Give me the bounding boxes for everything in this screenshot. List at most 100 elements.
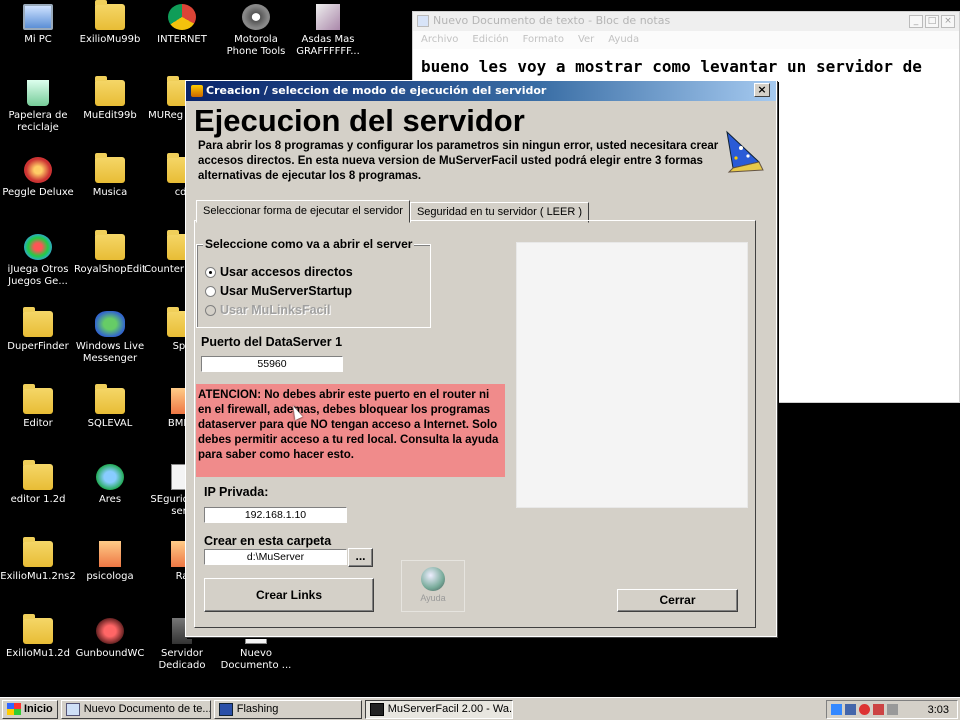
close-button[interactable]: × [941,15,955,28]
menu-archivo[interactable]: Archivo [421,34,458,46]
desktop-icon[interactable]: INTERNET [144,4,220,46]
taskbar-item-notepad[interactable]: Nuevo Documento de te... [60,699,211,719]
port-field[interactable]: 55960 [201,356,343,372]
radio-muserverstartup[interactable]: Usar MuServerStartup [205,284,352,298]
desktop-icon-label: Asdas Mas GRAFFFFFF... [296,34,360,57]
notepad-title: Nuevo Documento de texto - Bloc de notas [433,14,671,27]
desktop-icon[interactable]: Musica [72,153,148,199]
desktop-icon-label: editor 1.2d [10,494,66,505]
notepad-icon [417,15,429,27]
desktop-icon[interactable]: ExilioMu1.2ns2 [0,537,76,583]
dialog-titlebar[interactable]: Creacion / seleccion de modo de ejecució… [186,81,776,101]
desktop-icon-label: Mi PC [24,34,52,45]
desktop-icon-label: SQLEVAL [87,418,133,429]
radio-indicator[interactable] [205,266,216,278]
start-button[interactable]: Inicio [2,699,58,719]
messenger-icon [95,311,125,337]
intro-text: Para abrir los 8 programas y configurar … [198,140,719,182]
desktop-icon-label: ExilioMu99b [79,34,141,45]
desktop-icon[interactable]: RoyalShopEdit [72,230,148,276]
help-button[interactable]: Ayuda [401,560,465,612]
desktop-icon[interactable]: DuperFinder [0,307,76,353]
clock[interactable]: 3:03 [928,704,949,716]
computer-icon [23,4,53,30]
desktop: Mi PC ExilioMu99b INTERNET Motorola Phone T… [0,0,960,697]
desktop-icon-label: Nuevo Documento ... [220,648,292,671]
page-title: Ejecucion del servidor [194,103,525,138]
menu-edicion[interactable]: Edición [472,34,508,46]
desktop-icon[interactable]: Motorola Phone Tools [218,4,294,58]
desktop-icon-label: RoyalShopEdit [74,264,146,275]
app-icon [99,541,121,567]
folder-field[interactable]: d:\MuServer [204,549,347,565]
desktop-icon[interactable]: GunboundWC [72,618,148,660]
app-icon [191,85,203,97]
desktop-icon-label: Editor [23,418,53,429]
maximize-button[interactable]: □ [925,15,939,28]
radio-indicator[interactable] [205,285,216,297]
desktop-icon[interactable]: Mi PC [0,4,76,46]
warning-box: ATENCION: No debes abrir este puerto en … [196,384,505,477]
notepad-icon [65,702,80,716]
network-icon[interactable] [831,704,842,715]
desktop-icon[interactable]: MuEdit99b [72,76,148,122]
desktop-icon-label: Servidor Dedicado [158,648,206,671]
help-globe-icon [421,567,445,591]
desktop-icon-label: GunboundWC [75,648,145,659]
system-tray: 3:03 [826,700,958,719]
ip-field[interactable]: 192.168.1.10 [204,507,347,523]
desktop-icon[interactable]: Peggle Deluxe [0,157,76,199]
taskbar: Inicio Nuevo Documento de te... Flashing… [0,697,960,720]
folder-icon [23,614,53,644]
create-links-button[interactable]: Crear Links [204,578,374,612]
menu-ayuda[interactable]: Ayuda [608,34,639,46]
desktop-icon-label: Ares [98,494,122,505]
desktop-icon-label: Windows Live Messenger [75,341,145,364]
desktop-icon[interactable]: iJuega Otros Juegos Ge... [0,234,76,288]
menu-formato[interactable]: Formato [523,34,564,46]
close-dialog-button[interactable]: Cerrar [617,589,738,612]
graphics-tool-icon [316,4,340,30]
desktop-icon-label: Musica [92,187,128,198]
peggle-icon [24,157,52,183]
desktop-icon-label: Motorola Phone Tools [226,34,286,57]
desktop-icon[interactable]: Asdas Mas GRAFFFFFF... [290,4,366,58]
dialog-title: Creacion / seleccion de modo de ejecució… [206,84,547,97]
taskbar-item-flashing[interactable]: Flashing [213,699,362,719]
notepad-titlebar[interactable]: Nuevo Documento de texto - Bloc de notas… [413,12,959,31]
notepad-text-area[interactable]: bueno les voy a mostrar como levantar un… [413,49,959,76]
desktop-icon[interactable]: Ares [72,464,148,506]
volume-icon[interactable] [887,704,898,715]
desktop-icon[interactable]: SQLEVAL [72,384,148,430]
radio-accesos-directos[interactable]: Usar accesos directos [205,265,353,279]
folder-label: Crear en esta carpeta [204,534,332,548]
folder-icon [23,307,53,337]
display-icon[interactable] [845,704,856,715]
desktop-icon[interactable]: psicologa [72,541,148,583]
folder-icon [95,0,125,30]
antivirus-icon[interactable] [859,704,870,715]
tab-execution-mode[interactable]: Seleccionar forma de ejecutar el servido… [196,200,410,223]
desktop-icon-label: Peggle Deluxe [2,187,74,198]
desktop-icon[interactable]: Editor [0,384,76,430]
desktop-icon[interactable]: Papelera de reciclaje [0,80,76,134]
taskbar-item-muserverfacil[interactable]: MuServerFacil 2.00 - Wa... [364,699,513,719]
desktop-icon-label: DuperFinder [7,341,69,352]
gunbound-icon [96,618,124,644]
menu-ver[interactable]: Ver [578,34,594,46]
dialog-close-button[interactable]: × [754,83,770,97]
folder-icon [95,76,125,106]
taskbar-item-label: Flashing [236,703,279,715]
desktop-icon[interactable]: Windows Live Messenger [72,311,148,365]
desktop-icon[interactable]: ExilioMu1.2d [0,614,76,660]
desktop-icon[interactable]: editor 1.2d [0,460,76,506]
desktop-icon[interactable]: ExilioMu99b [72,0,148,46]
taskbar-item-label: MuServerFacil 2.00 - Wa... [387,703,513,715]
groupbox-title: Seleccione como va a abrir el server [203,237,415,251]
desktop-icon-label: ExilioMu1.2d [6,648,70,659]
windows-logo-icon [7,703,21,715]
browse-folder-button[interactable]: ... [348,548,373,567]
app-tray-icon[interactable] [873,704,884,715]
minimize-button[interactable]: _ [909,15,923,28]
open-mode-groupbox: Seleccione como va a abrir el server Usa… [196,237,431,328]
